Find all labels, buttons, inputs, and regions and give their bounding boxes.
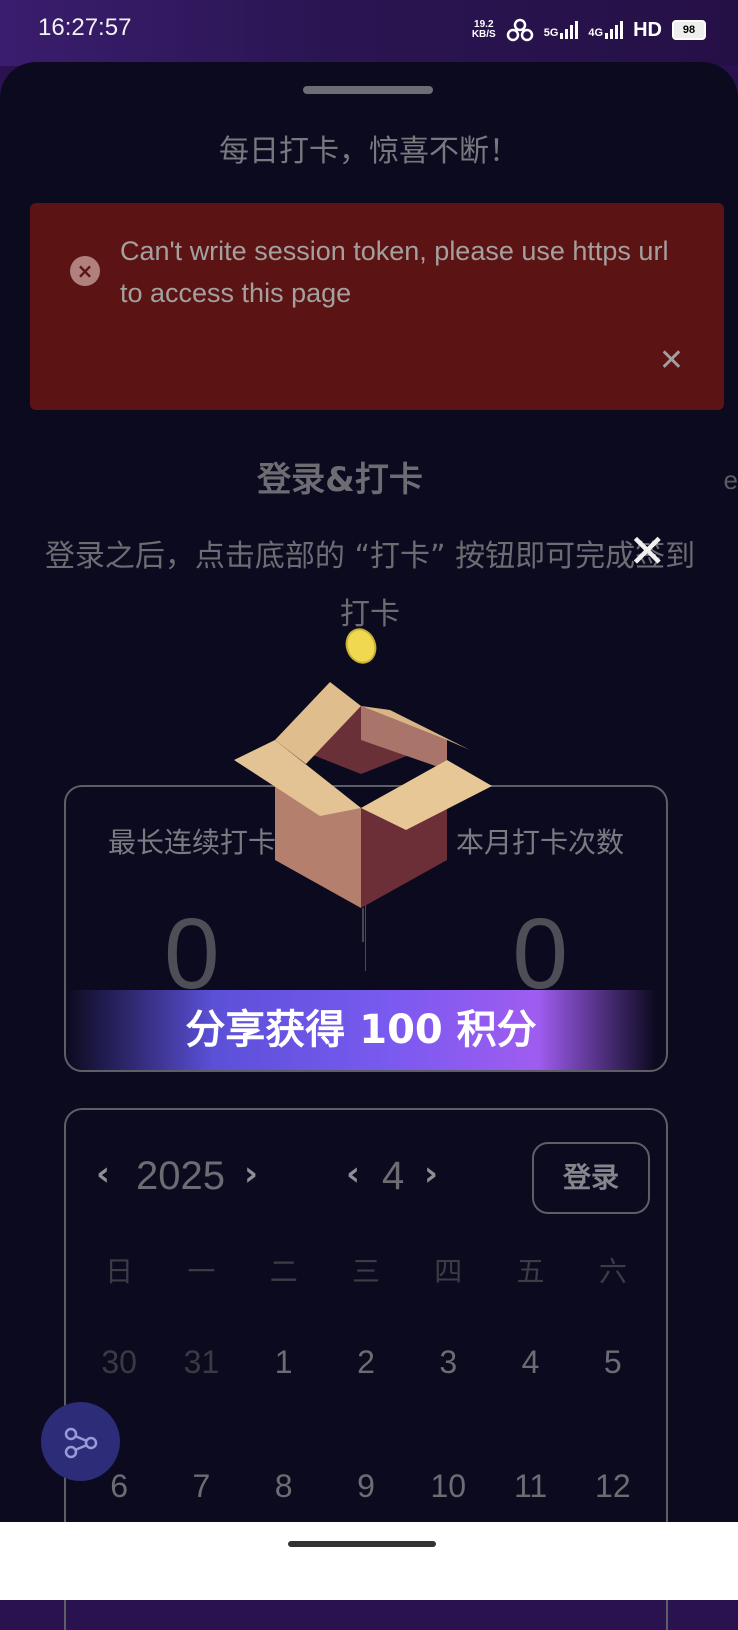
edge-text: e [723, 465, 738, 495]
hotspot-icon [506, 18, 533, 42]
login-title: 登录&打卡 [257, 460, 423, 500]
calendar-day[interactable]: 30 [78, 1344, 160, 1381]
page-headline: 每日打卡，惊喜不断！ [219, 134, 519, 169]
status-icons: 19.2 KB/S 5G 4G HD 98 [472, 18, 706, 42]
calendar-day[interactable]: 7 [160, 1468, 242, 1505]
login-button[interactable]: 登录 [532, 1142, 650, 1214]
calendar-day[interactable]: 5 [572, 1344, 654, 1381]
share-fab-button[interactable] [41, 1402, 120, 1481]
calendar-day[interactable]: 4 [489, 1344, 571, 1381]
hd-voice-icon: HD [633, 18, 662, 41]
calendar-day[interactable]: 2 [325, 1344, 407, 1381]
calendar-day[interactable]: 1 [243, 1344, 325, 1381]
weekday-sat: 六 [598, 1255, 627, 1288]
calendar-day[interactable]: 31 [160, 1344, 242, 1381]
system-nav-bar [0, 1522, 738, 1600]
alert-close-icon[interactable]: ✕ [659, 343, 684, 378]
calendar-day[interactable]: 10 [407, 1468, 489, 1505]
share-icon [64, 1427, 98, 1459]
calendar-week: 6 7 8 9 10 11 12 [78, 1468, 654, 1505]
alert-message: Can't write session token, please use ht… [120, 236, 669, 308]
weekday-thu: 四 [434, 1255, 463, 1288]
error-alert: × Can't write session token, please use … [30, 203, 738, 495]
signal-5g-icon: 5G [544, 21, 579, 39]
calendar-day[interactable]: 9 [325, 1468, 407, 1505]
calendar-day[interactable]: 12 [572, 1468, 654, 1505]
gift-box-illustration [234, 628, 492, 942]
sheet-drag-handle[interactable] [303, 86, 433, 94]
close-circle-icon: × [70, 256, 100, 286]
calendar-year: 2025 [136, 1154, 225, 1198]
prev-month-icon[interactable]: ‹ [346, 1154, 360, 1194]
share-banner-text: 分享获得 100 积分 [185, 1007, 537, 1053]
weekday-wed: 三 [351, 1255, 380, 1288]
battery-icon: 98 [672, 20, 706, 40]
calendar-day[interactable]: 3 [407, 1344, 489, 1381]
weekday-sun: 日 [105, 1255, 134, 1288]
net-speed: 19.2 KB/S [471, 19, 496, 40]
status-time: 16:27:57 [38, 14, 132, 41]
weekday-tue: 二 [269, 1255, 298, 1288]
calendar-day[interactable]: 8 [243, 1468, 325, 1505]
overlay-close-icon[interactable]: ✕ [628, 524, 667, 578]
share-banner[interactable]: 分享获得 100 积分 [66, 990, 656, 1070]
status-bar: 16:27:57 19.2 KB/S 5G 4G HD 98 [0, 0, 738, 66]
weekday-mon: 一 [187, 1255, 216, 1288]
next-year-icon[interactable]: › [244, 1154, 258, 1194]
home-gesture-bar[interactable] [288, 1541, 436, 1547]
prev-year-icon[interactable]: ‹ [96, 1154, 110, 1194]
calendar-week: 30 31 1 2 3 4 5 [78, 1344, 654, 1381]
coin-icon [345, 628, 377, 664]
calendar-month: 4 [382, 1154, 405, 1198]
next-month-icon[interactable]: › [424, 1154, 438, 1194]
signal-4g-icon: 4G [588, 21, 624, 39]
weekday-header: 日 一 二 三 四 五 六 [78, 1250, 654, 1290]
calendar-day[interactable]: 11 [489, 1468, 571, 1505]
weekday-fri: 五 [516, 1255, 545, 1288]
